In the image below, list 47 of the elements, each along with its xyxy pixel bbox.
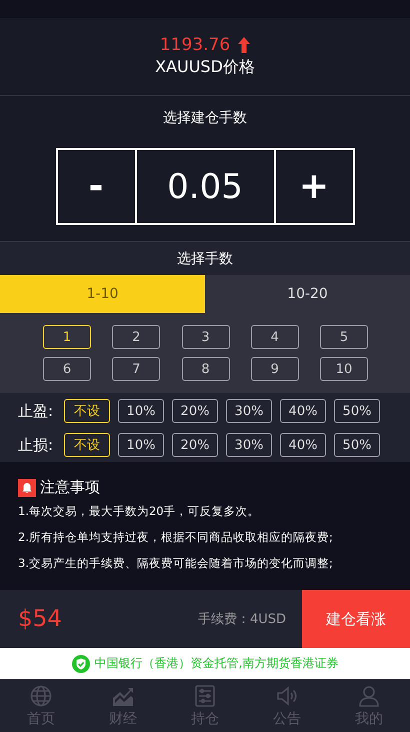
bell-icon — [18, 478, 36, 496]
price-value: 1193.76 — [160, 35, 230, 55]
lot-option[interactable]: 8 — [182, 357, 230, 381]
notes-title: 注意事项 — [40, 478, 100, 497]
option-label: 止损: — [18, 436, 54, 454]
speaker-icon — [276, 684, 298, 706]
option-label: 止盈: — [18, 402, 54, 420]
percent-option[interactable]: 40% — [280, 399, 326, 423]
percent-option[interactable]: 10% — [118, 399, 164, 423]
symbol-title: XAUUSD价格 — [155, 57, 255, 78]
lot-option[interactable]: 6 — [43, 357, 91, 381]
section-title: 选择建仓手数 — [163, 109, 247, 127]
percent-option[interactable]: 50% — [334, 399, 380, 423]
fee-text: 手续费：4USD — [198, 611, 288, 628]
user-icon — [358, 684, 380, 706]
amount-text: $54 — [18, 606, 63, 632]
lot-value: 0.05 — [134, 150, 276, 223]
range-tab[interactable]: 1-10 — [0, 275, 205, 313]
lot-option[interactable]: 3 — [182, 325, 230, 349]
minus-button[interactable]: - — [58, 150, 134, 223]
percent-option[interactable]: 不设 — [64, 433, 110, 457]
shield-icon — [72, 654, 90, 672]
note-text: 1.每次交易，最大手数为20手，可反复多次。 — [18, 504, 261, 518]
note-text: 3.交易产生的手续费、隔夜费可能会随着市场的变化而调整; — [18, 556, 334, 570]
globe-icon — [30, 684, 52, 706]
percent-option[interactable]: 50% — [334, 433, 380, 457]
percent-option[interactable]: 10% — [118, 433, 164, 457]
percent-option[interactable]: 20% — [172, 399, 218, 423]
banner-text: 中国银行（香港）资金托管,南方期货香港证券 — [94, 655, 338, 672]
plus-button[interactable]: + — [276, 150, 352, 223]
lot-option[interactable]: 1 — [43, 325, 91, 349]
range-tab[interactable]: 10-20 — [205, 275, 410, 313]
lot-option[interactable]: 5 — [320, 325, 368, 349]
percent-option[interactable]: 40% — [280, 433, 326, 457]
percent-option[interactable]: 20% — [172, 433, 218, 457]
percent-option[interactable]: 30% — [226, 399, 272, 423]
lot-option[interactable]: 2 — [112, 325, 160, 349]
list-icon — [194, 684, 216, 706]
percent-option[interactable]: 30% — [226, 433, 272, 457]
buy-button[interactable]: 建仓看涨 — [302, 590, 410, 648]
lot-option[interactable]: 7 — [112, 357, 160, 381]
lot-option[interactable]: 10 — [320, 357, 368, 381]
percent-option[interactable]: 不设 — [64, 399, 110, 423]
note-text: 2.所有持仓单均支持过夜，根据不同商品收取相应的隔夜费; — [18, 530, 334, 544]
lot-option[interactable]: 4 — [250, 325, 299, 349]
lot-option[interactable]: 9 — [250, 357, 299, 381]
section-title: 选择手数 — [0, 241, 410, 275]
